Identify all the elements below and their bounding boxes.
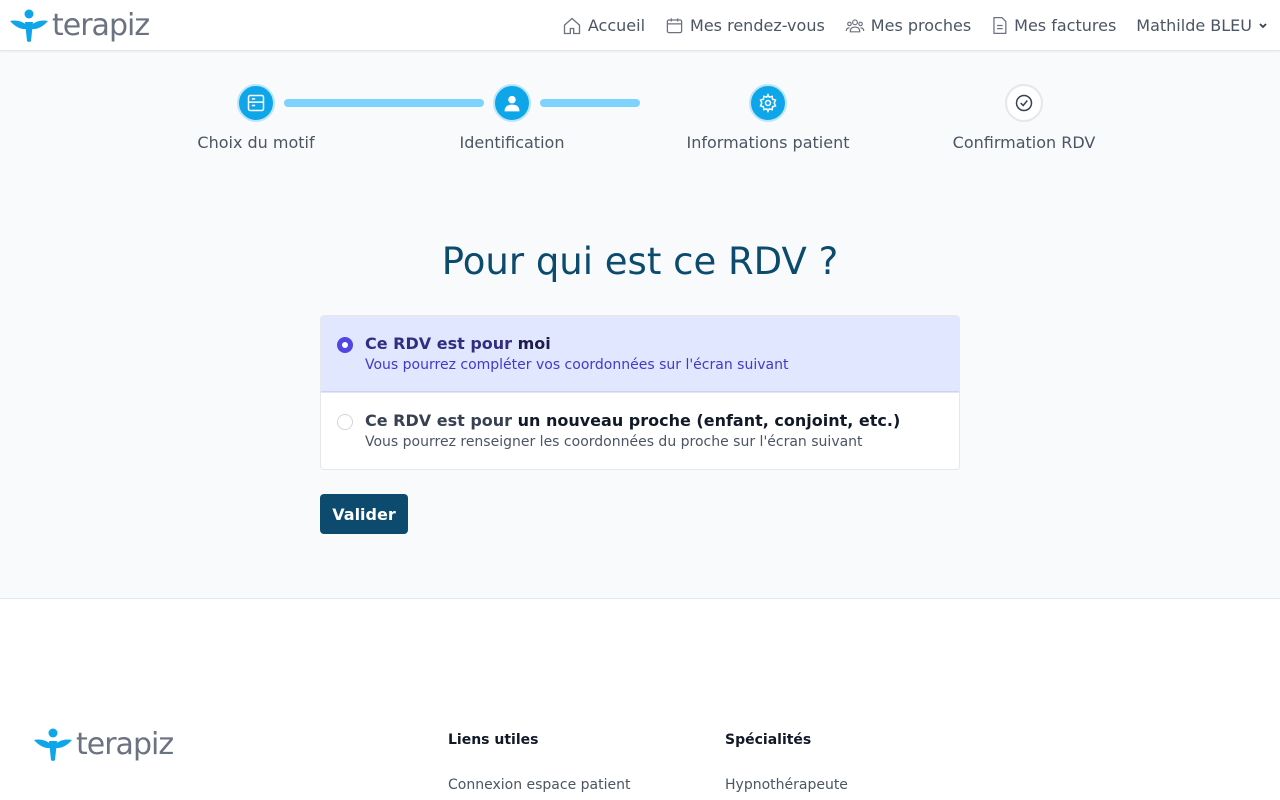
user-menu[interactable]: Mathilde BLEU bbox=[1136, 16, 1268, 35]
option-description: Vous pourrez renseigner les coordonnées … bbox=[365, 434, 863, 450]
step-informations-patient: Informations patient bbox=[658, 84, 878, 152]
nav-item-accueil[interactable]: Accueil bbox=[562, 16, 645, 36]
footer-link[interactable]: Hypnothérapeute bbox=[725, 777, 848, 793]
footer-column-liens: Liens utiles Connexion espace patient bbox=[448, 732, 630, 793]
main-nav: Accueil Mes rendez-vous Mes proches Mes … bbox=[542, 0, 1268, 51]
option-title: Ce RDV est pour un nouveau proche (enfan… bbox=[365, 411, 900, 430]
progress-stepper: Choix du motif Identification Informatio… bbox=[0, 84, 1280, 164]
home-icon bbox=[563, 17, 581, 34]
nav-item-rendez-vous[interactable]: Mes rendez-vous bbox=[665, 16, 825, 35]
step-circle bbox=[749, 84, 787, 122]
user-icon bbox=[504, 95, 520, 112]
footer-heading: Spécialités bbox=[725, 732, 812, 748]
brand-logo-icon bbox=[10, 9, 48, 42]
step-label: Choix du motif bbox=[197, 133, 315, 152]
step-label: Confirmation RDV bbox=[952, 133, 1096, 152]
nav-label: Accueil bbox=[587, 16, 646, 35]
nav-label: Mes proches bbox=[870, 16, 972, 35]
gear-icon bbox=[759, 93, 777, 113]
step-choix-motif: Choix du motif bbox=[146, 84, 366, 152]
footer: terapiz Liens utiles Connexion espace pa… bbox=[0, 598, 1280, 800]
nav-item-proches[interactable]: Mes proches bbox=[845, 16, 971, 35]
step-label: Informations patient bbox=[686, 133, 850, 152]
chevron-down-icon bbox=[1259, 22, 1267, 28]
option-prefix: Ce RDV est pour bbox=[365, 411, 518, 430]
nav-item-factures[interactable]: Mes factures bbox=[991, 16, 1116, 35]
recipient-options: Ce RDV est pour moi Vous pourrez complét… bbox=[320, 315, 960, 470]
users-icon bbox=[845, 19, 865, 33]
radio-new-relative[interactable] bbox=[337, 414, 353, 430]
brand-name: terapiz bbox=[52, 8, 150, 43]
nav-label: Mes factures bbox=[1014, 16, 1117, 35]
option-prefix: Ce RDV est pour bbox=[365, 334, 518, 353]
footer-column-specialites: Spécialités Hypnothérapeute bbox=[725, 732, 848, 793]
nav-label: Mes rendez-vous bbox=[690, 16, 825, 35]
option-text: Ce RDV est pour un nouveau proche (enfan… bbox=[365, 411, 900, 453]
calendar-icon bbox=[666, 18, 683, 34]
document-icon bbox=[993, 16, 1007, 35]
submit-button[interactable]: Valider bbox=[320, 494, 408, 534]
page-title: Pour qui est ce RDV ? bbox=[441, 240, 839, 283]
option-text: Ce RDV est pour moi Vous pourrez complét… bbox=[365, 334, 788, 375]
top-header: terapiz Accueil Mes rendez-vous Mes proc… bbox=[0, 0, 1280, 51]
option-for-me[interactable]: Ce RDV est pour moi Vous pourrez complét… bbox=[321, 316, 959, 392]
step-circle bbox=[237, 84, 275, 122]
option-title: Ce RDV est pour moi bbox=[365, 334, 788, 353]
radio-for-me[interactable] bbox=[337, 337, 353, 353]
option-new-relative[interactable]: Ce RDV est pour un nouveau proche (enfan… bbox=[321, 392, 959, 469]
step-identification: Identification bbox=[402, 84, 622, 152]
option-strong: un nouveau proche (enfant, conjoint, etc… bbox=[517, 411, 901, 430]
option-strong: moi bbox=[517, 334, 551, 353]
option-description: Vous pourrez compléter vos coordonnées s… bbox=[365, 357, 789, 373]
step-circle bbox=[1005, 84, 1043, 122]
footer-heading: Liens utiles bbox=[448, 732, 539, 748]
footer-link[interactable]: Connexion espace patient bbox=[448, 777, 630, 793]
logo[interactable]: terapiz bbox=[9, 8, 150, 43]
user-name: Mathilde BLEU bbox=[1136, 16, 1252, 35]
brand-logo-icon bbox=[34, 728, 72, 761]
check-circle-icon bbox=[1015, 94, 1033, 112]
step-label: Identification bbox=[459, 133, 565, 152]
step-confirmation: Confirmation RDV bbox=[914, 84, 1134, 152]
brand-name: terapiz bbox=[76, 727, 174, 762]
step-circle bbox=[493, 84, 531, 122]
server-icon bbox=[247, 94, 265, 112]
footer-logo[interactable]: terapiz bbox=[33, 727, 174, 762]
